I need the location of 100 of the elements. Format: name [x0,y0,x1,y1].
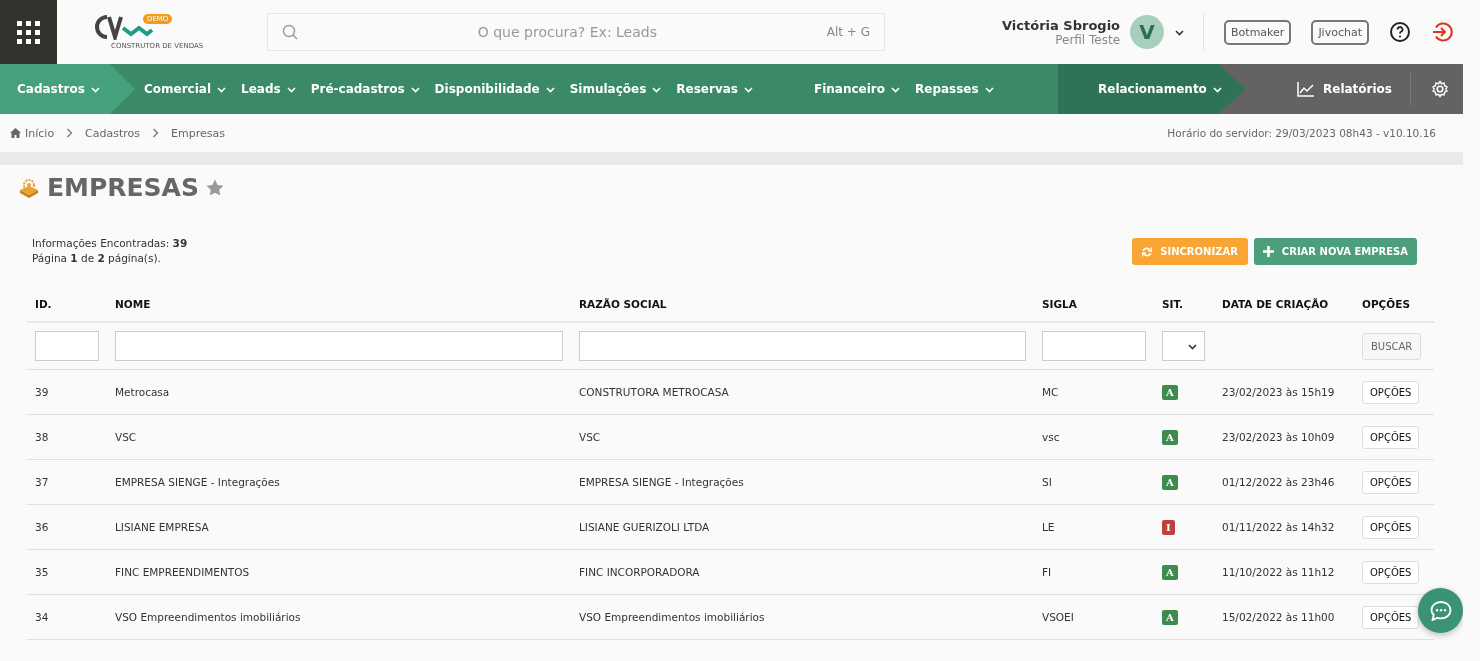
search-button[interactable]: BUSCAR [1362,332,1422,360]
breadcrumb-link[interactable]: Cadastros [85,126,141,140]
table-cell: 23/02/2023 às 15h19 [1222,386,1335,398]
caret-icon [890,84,901,94]
breadcrumb-link[interactable]: Empresas [171,126,225,140]
options-button[interactable]: OPÇÕES [1362,470,1420,494]
table-cell: Metrocasa [115,386,170,398]
table-cell: VSO Empreendimentos imobiliários [579,611,765,623]
logout-button[interactable] [1431,21,1453,43]
shortcut-hint: Alt + G [826,25,870,39]
filter-field[interactable] [579,331,1026,361]
options-button[interactable]: OPÇÕES [1362,425,1420,449]
server-time: Horário do servidor: 29/03/2023 08h43 - v10.10.16 [1167,127,1436,139]
menu-item[interactable]: Repasses [915,82,995,96]
table-cell: 37 [35,476,49,488]
caret-icon [983,84,995,94]
menu-item[interactable]: Comercial [144,82,228,96]
refresh-icon [1142,246,1153,257]
column-header: OPÇÕES [1354,286,1434,322]
chat-button[interactable] [1418,588,1463,633]
menu-item[interactable]: Simulações [569,82,663,96]
table-cell: 35 [35,566,49,578]
table-cell: VSOEI [1042,611,1074,623]
menu-item[interactable]: Pré-cadastros [310,82,421,96]
menu-item[interactable]: Financeiro [813,82,901,96]
caret-icon [1211,84,1223,94]
chart-icon [1297,81,1315,97]
chevron-icon [66,128,74,138]
status-badge: A [1162,429,1178,445]
table-cell: 01/12/2022 às 23h46 [1222,476,1335,488]
column-header: RAZÃO SOCIAL [571,286,1034,322]
chat-button[interactable]: Botmaker [1224,19,1292,45]
table-cell: 38 [35,431,49,443]
page-title: EMPRESAS [47,173,199,202]
status-badge: A [1162,564,1178,580]
status-badge: A [1162,609,1178,625]
table-cell: VSC [115,431,137,443]
caret-icon [651,84,663,94]
table-cell: MC [1042,386,1059,398]
home-icon [10,128,21,138]
options-button[interactable]: OPÇÕES [1362,380,1420,404]
caret-icon [742,84,754,94]
caret-icon [89,84,101,94]
help-button[interactable] [1389,21,1411,43]
table-cell: 36 [35,521,49,533]
menu-item[interactable]: Relacionamento [1098,82,1223,96]
filter-field[interactable] [35,331,99,361]
table-cell: FINC INCORPORADORA [579,566,700,578]
column-header: NOME [107,286,571,322]
table-cell: LE [1042,521,1055,533]
table-cell: VSO Empreendimentos imobiliários [115,611,301,623]
summary-text: Página 1 de 2 página(s). [32,251,162,266]
logout-icon [1431,21,1453,43]
search-bar[interactable]: O que procura? Ex: Leads Alt + G [267,13,885,51]
summary-text: Informações Encontradas: 39 [32,236,188,251]
chat-button[interactable]: Jivochat [1311,19,1369,45]
plus-icon [1262,246,1274,257]
search-icon [282,24,298,40]
caret-icon [285,84,297,94]
caret-icon [1187,341,1198,351]
table-cell: 39 [35,386,49,398]
table-cell: vsc [1042,431,1060,443]
menu-item[interactable]: Reservas [676,82,754,96]
table-cell: EMPRESA SIENGE - Integrações [115,476,280,488]
caret-icon [409,84,421,94]
menu-item[interactable]: Disponibilidade [434,82,556,96]
table-cell: FI [1042,566,1052,578]
menu-item[interactable]: Cadastros [17,82,101,96]
table-cell: VSC [579,431,601,443]
table-cell: 01/11/2022 às 14h32 [1222,521,1335,533]
table-cell: LISIANE GUERIZOLI LTDA [579,521,710,533]
caret-icon [1174,27,1186,37]
favorite-star-icon[interactable] [205,179,224,196]
user-profile: Perfil Teste [1054,32,1121,47]
options-button[interactable]: OPÇÕES [1362,515,1420,539]
chevron-icon [152,128,160,138]
menu-item[interactable]: Leads [241,82,297,96]
settings-icon [1431,80,1449,98]
options-button[interactable]: OPÇÕES [1362,605,1420,629]
avatar[interactable]: V [1130,15,1165,49]
table-cell: EMPRESA SIENGE - Integrações [579,476,744,488]
table-cell: 15/02/2022 às 11h00 [1222,611,1335,623]
column-header: SIGLA [1034,286,1154,322]
filter-field[interactable] [1042,331,1146,361]
table-cell: FINC EMPREENDIMENTOS [115,566,250,578]
filter-dropdown[interactable] [1162,331,1205,361]
status-badge: A [1162,384,1178,400]
breadcrumb-link[interactable]: Início [10,126,55,140]
status-badge: I [1162,519,1175,535]
table-cell: 23/02/2023 às 10h09 [1222,431,1335,443]
search-field[interactable]: O que procura? Ex: Leads [308,23,827,41]
apps-menu-button[interactable] [0,0,57,64]
reports-link[interactable]: Relatórios [1297,81,1410,97]
table-cell: CONSTRUTORA METROCASA [579,386,729,398]
options-button[interactable]: OPÇÕES [1362,560,1420,584]
filter-field[interactable] [115,331,563,361]
table-cell: 11/10/2022 às 11h12 [1222,566,1335,578]
table-cell: LISIANE EMPRESA [115,521,209,533]
caret-icon [216,84,228,94]
create-button[interactable]: CRIAR NOVA EMPRESA [1253,238,1417,265]
